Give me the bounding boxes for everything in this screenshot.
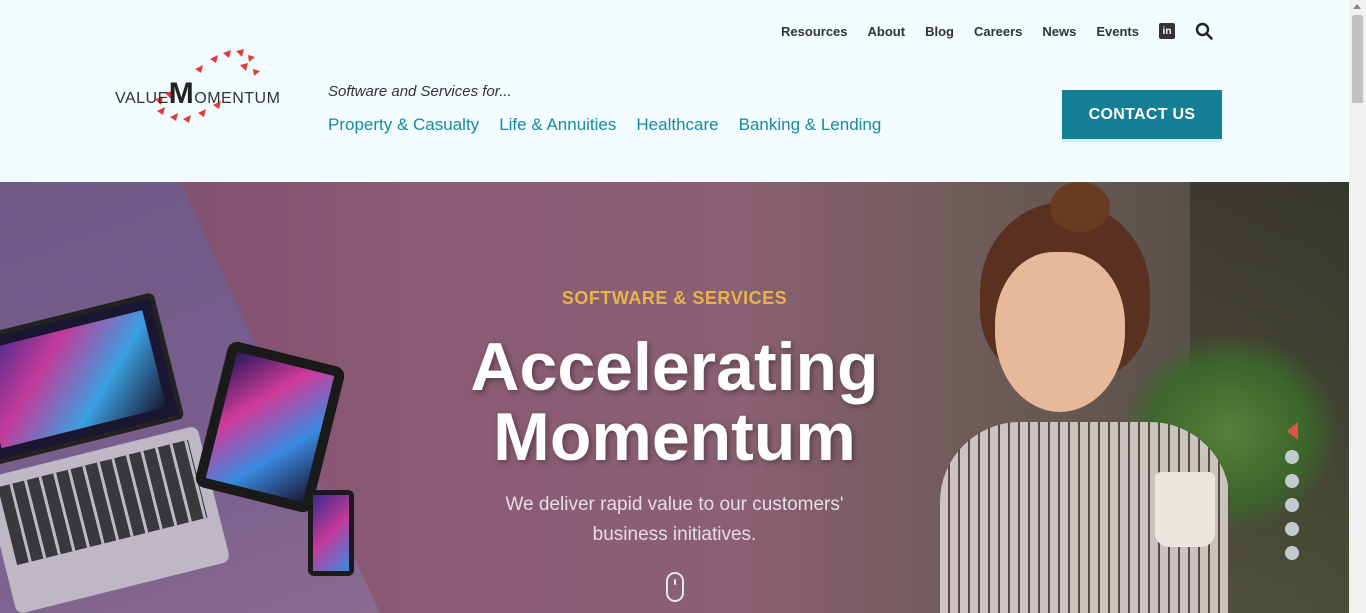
hero-headline-line2: Momentum [493, 399, 856, 475]
carousel-active-arrow-icon [1286, 422, 1298, 440]
scrollbar-thumb[interactable] [1352, 15, 1363, 103]
valuemomentum-logo[interactable]: VALUEMOMENTUM [115, 47, 285, 127]
hero-subtext-line1: We deliver rapid value to our customers' [505, 494, 844, 515]
nav-events[interactable]: Events [1096, 24, 1139, 39]
nav-blog[interactable]: Blog [925, 24, 954, 39]
nav-news[interactable]: News [1042, 24, 1076, 39]
logo-text-m: M [168, 77, 195, 110]
site-header: VALUEMOMENTUM Resources About Blog Caree… [0, 0, 1349, 182]
logo-text-omentum: OMENTUM [194, 90, 281, 107]
nav-life-annuities[interactable]: Life & Annuities [499, 115, 616, 135]
nav-property-casualty[interactable]: Property & Casualty [328, 115, 479, 135]
carousel-dot[interactable] [1285, 546, 1299, 560]
carousel-dot[interactable] [1285, 450, 1299, 464]
hero-subtext-line2: business initiatives. [592, 524, 757, 545]
nav-about[interactable]: About [868, 24, 906, 39]
nav-banking-lending[interactable]: Banking & Lending [739, 115, 882, 135]
hero-headline-line1: Accelerating [470, 329, 879, 405]
carousel-dot[interactable] [1285, 474, 1299, 488]
linkedin-icon[interactable]: in [1159, 23, 1175, 39]
hero-content: SOFTWARE & SERVICES Accelerating Momentu… [0, 182, 1349, 613]
hero-eyebrow: SOFTWARE & SERVICES [561, 288, 788, 308]
line-of-business-nav: Property & Casualty Life & Annuities Hea… [328, 115, 881, 135]
scroll-up-arrow-icon[interactable] [1353, 4, 1361, 9]
utility-nav: Resources About Blog Careers News Events… [781, 22, 1213, 40]
nav-healthcare[interactable]: Healthcare [636, 115, 718, 135]
search-icon[interactable] [1195, 22, 1213, 40]
nav-resources[interactable]: Resources [781, 24, 847, 39]
carousel-dot[interactable] [1285, 522, 1299, 536]
contact-us-button[interactable]: CONTACT US [1062, 90, 1222, 142]
carousel-pagination [1285, 422, 1299, 560]
hero-banner: SOFTWARE & SERVICES Accelerating Momentu… [0, 182, 1349, 613]
hero-subtext: We deliver rapid value to our customers'… [0, 490, 1349, 550]
page-scrollbar[interactable] [1349, 0, 1366, 613]
carousel-dot[interactable] [1285, 498, 1299, 512]
hero-headline: Accelerating Momentum [0, 332, 1349, 472]
scroll-down-icon[interactable] [666, 572, 684, 602]
tagline: Software and Services for... [328, 83, 512, 100]
nav-careers[interactable]: Careers [974, 24, 1022, 39]
logo-text-value: VALUE [115, 90, 169, 107]
logo-wordmark: VALUEMOMENTUM [115, 77, 280, 111]
